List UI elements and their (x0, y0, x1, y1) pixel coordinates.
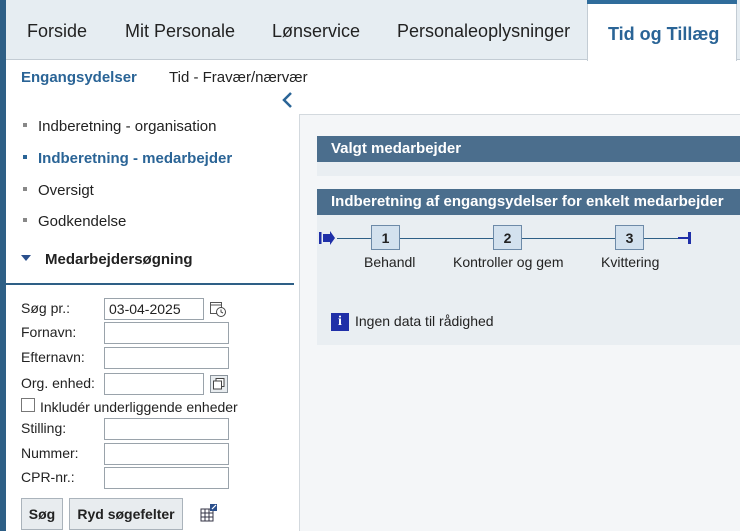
left-edge-stripe (0, 0, 6, 531)
menu-item-oversigt[interactable]: Oversigt (23, 182, 94, 199)
date-label: Søg pr.: (21, 300, 71, 316)
number-input[interactable] (104, 443, 229, 465)
step-1[interactable]: 1 (371, 225, 400, 250)
menu-item-godkendelse[interactable]: Godkendelse (23, 213, 126, 230)
include-subunits-checkbox[interactable] (21, 398, 35, 412)
tab-mit-personale[interactable]: Mit Personale (109, 0, 251, 60)
step-2-label: Kontroller og gem (453, 254, 564, 270)
tab-tid-og-tillaeg[interactable]: Tid og Tillæg (587, 0, 737, 61)
tab-forside[interactable]: Forside (11, 0, 103, 60)
tab-lonservice[interactable]: Lønservice (256, 0, 376, 60)
menu-item-indberetning-organisation[interactable]: Indberetning - organisation (23, 118, 216, 135)
include-subunits-label: Inkludér underliggende enheder (40, 399, 238, 415)
lastname-input[interactable] (104, 347, 229, 369)
triangle-down-icon (21, 255, 31, 261)
firstname-label: Fornavn: (21, 324, 77, 340)
menu-item-label: Godkendelse (38, 213, 127, 230)
date-input[interactable] (104, 298, 204, 320)
info-icon: i (331, 313, 349, 331)
step-3-label: Kvittering (601, 254, 660, 270)
selected-employee-header: Valgt medarbejder (317, 136, 740, 162)
step-2[interactable]: 2 (493, 225, 522, 250)
menu-item-label: Indberetning - medarbejder (38, 150, 233, 167)
org-unit-label: Org. enhed: (21, 375, 95, 391)
reset-search-button[interactable]: Ryd søgefelter (69, 498, 183, 530)
org-picker-icon[interactable] (210, 375, 228, 393)
step-end-icon (678, 232, 691, 244)
menu-item-label: Oversigt (38, 182, 94, 199)
section-divider (6, 283, 294, 285)
menu-item-label: Indberetning - organisation (38, 118, 217, 135)
cpr-input[interactable] (104, 467, 229, 489)
bullet-icon (23, 123, 27, 128)
step-3[interactable]: 3 (615, 225, 644, 250)
section-title: Medarbejdersøgning (45, 251, 193, 268)
cpr-label: CPR-nr.: (21, 469, 75, 485)
selected-employee-panel (317, 162, 740, 176)
chevron-left-icon[interactable] (280, 91, 294, 109)
search-button[interactable]: Søg (21, 498, 63, 530)
position-label: Stilling: (21, 420, 67, 436)
number-label: Nummer: (21, 445, 79, 461)
menu-item-indberetning-medarbejder[interactable]: Indberetning - medarbejder (23, 150, 232, 167)
org-unit-input[interactable] (104, 373, 204, 395)
bullet-icon (23, 155, 27, 160)
step-1-label: Behandl (364, 254, 416, 270)
subtab-tid-fravaer[interactable]: Tid - Fravær/nærvær (169, 69, 308, 86)
report-header: Indberetning af engangsydelser for enkel… (317, 189, 740, 215)
bullet-icon (23, 187, 27, 192)
tab-personaleoplysninger[interactable]: Personaleoplysninger (381, 0, 586, 60)
step-start-icon (319, 231, 335, 245)
info-message: Ingen data til rådighed (355, 313, 494, 329)
bullet-icon (23, 218, 27, 223)
top-navigation: Forside Mit Personale Lønservice Persona… (0, 0, 740, 61)
export-icon[interactable] (200, 503, 220, 523)
section-medarbejdersogning[interactable]: Medarbejdersøgning (21, 251, 193, 268)
firstname-input[interactable] (104, 322, 229, 344)
calendar-icon[interactable] (209, 300, 227, 318)
position-input[interactable] (104, 418, 229, 440)
subtab-engangsydelser[interactable]: Engangsydelser (21, 69, 137, 86)
lastname-label: Efternavn: (21, 349, 85, 365)
